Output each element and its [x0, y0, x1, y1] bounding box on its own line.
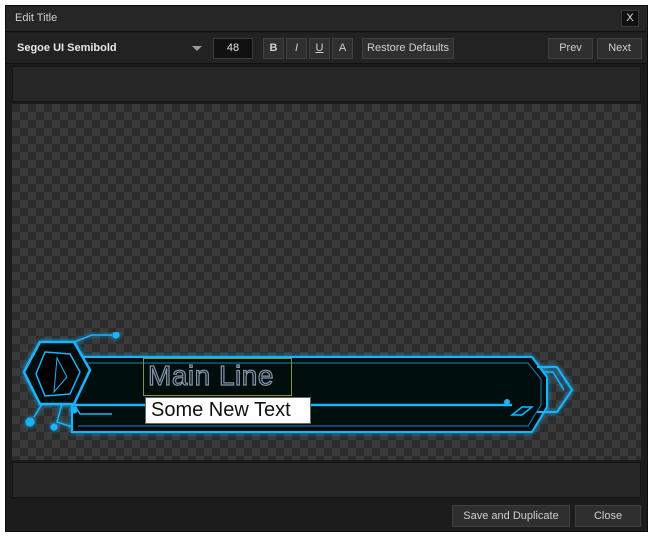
italic-button[interactable]: I: [286, 38, 307, 59]
chevron-down-icon: [192, 46, 202, 51]
font-family-dropdown[interactable]: Segoe UI Semibold: [12, 38, 208, 59]
sub-line-text-input[interactable]: Some New Text: [145, 397, 311, 424]
title-bar: Edit Title X: [6, 6, 647, 32]
next-button[interactable]: Next: [597, 38, 642, 59]
edit-title-window: Edit Title X Segoe UI Semibold 48 B I U …: [5, 5, 648, 532]
dialog-button-bar: Save and Duplicate Close: [6, 500, 647, 531]
header-strip: [12, 66, 641, 102]
footer-strip: [12, 462, 641, 498]
close-window-button[interactable]: X: [621, 10, 639, 27]
formatting-toolbar: Segoe UI Semibold 48 B I U A Restore Def…: [6, 33, 647, 64]
bold-button[interactable]: B: [263, 38, 284, 59]
text-color-button[interactable]: A: [332, 38, 353, 59]
close-button[interactable]: Close: [575, 505, 641, 527]
save-and-duplicate-button[interactable]: Save and Duplicate: [452, 505, 570, 527]
prev-button[interactable]: Prev: [548, 38, 593, 59]
font-family-value: Segoe UI Semibold: [17, 42, 117, 54]
restore-defaults-button[interactable]: Restore Defaults: [362, 38, 454, 59]
font-size-input[interactable]: 48: [213, 38, 253, 59]
lower-third-graphic: [22, 332, 574, 433]
title-preview-canvas[interactable]: Main Line Some New Text: [12, 104, 641, 460]
main-line-text[interactable]: Main Line: [147, 359, 274, 392]
window-title: Edit Title: [15, 12, 58, 24]
underline-button[interactable]: U: [309, 38, 330, 59]
